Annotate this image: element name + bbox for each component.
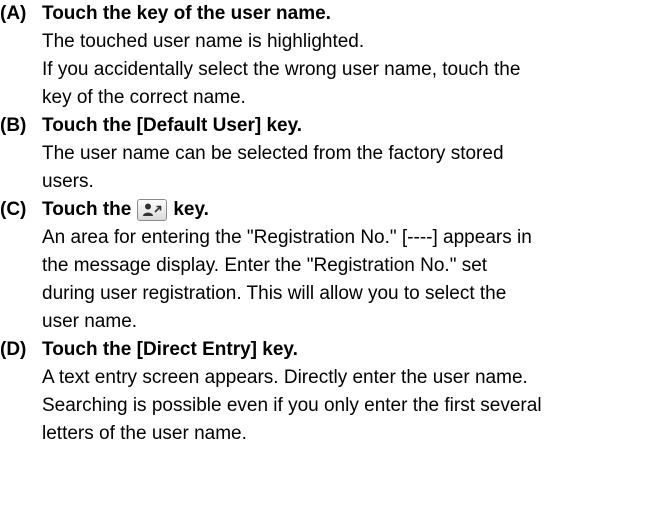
body-line: users.: [42, 171, 94, 192]
body-line: user name.: [42, 311, 138, 332]
item-heading-text: Touch the key.: [42, 196, 209, 224]
item-body: The user name can be selected from the f…: [0, 140, 627, 196]
list-item-d: (D) Touch the [Direct Entry] key. A text…: [0, 336, 665, 448]
item-body: An area for entering the "Registration N…: [0, 224, 627, 336]
item-marker: (A): [0, 3, 27, 24]
body-line: The user name can be selected from the f…: [42, 143, 504, 164]
instruction-list: (A) Touch the key of the user name. The …: [0, 0, 665, 448]
item-heading: (C) Touch the key.: [0, 196, 665, 224]
user-number-key-icon: [137, 199, 168, 221]
body-line: the message display. Enter the "Registra…: [42, 255, 488, 276]
body-line: A text entry screen appears. Directly en…: [42, 367, 528, 388]
body-line: during user registration. This will allo…: [42, 283, 507, 304]
item-heading-text: Touch the key of the user name.: [42, 3, 331, 24]
body-line: key of the correct name.: [42, 87, 246, 108]
body-line: letters of the user name.: [42, 423, 247, 444]
item-heading: (B) Touch the [Default User] key.: [0, 112, 665, 140]
item-heading-text: Touch the [Direct Entry] key.: [42, 339, 298, 360]
body-line: Searching is possible even if you only e…: [42, 395, 542, 416]
item-marker: (D): [0, 339, 27, 360]
body-line: An area for entering the "Registration N…: [42, 227, 532, 248]
item-heading-text: Touch the [Default User] key.: [42, 115, 303, 136]
item-body: A text entry screen appears. Directly en…: [0, 364, 627, 448]
item-marker: (C): [0, 199, 27, 220]
item-heading: (D) Touch the [Direct Entry] key.: [0, 336, 665, 364]
body-line: If you accidentally select the wrong use…: [42, 59, 521, 80]
list-item-b: (B) Touch the [Default User] key. The us…: [0, 112, 665, 196]
body-line: The touched user name is highlighted.: [42, 31, 365, 52]
item-heading: (A) Touch the key of the user name.: [0, 0, 665, 28]
list-item-c: (C) Touch the key. An area for entering …: [0, 196, 665, 336]
heading-text-before: Touch the: [42, 199, 132, 220]
item-marker: (B): [0, 115, 27, 136]
list-item-a: (A) Touch the key of the user name. The …: [0, 0, 665, 112]
heading-text-after: key.: [173, 199, 209, 220]
item-body: The touched user name is highlighted. If…: [0, 28, 627, 112]
